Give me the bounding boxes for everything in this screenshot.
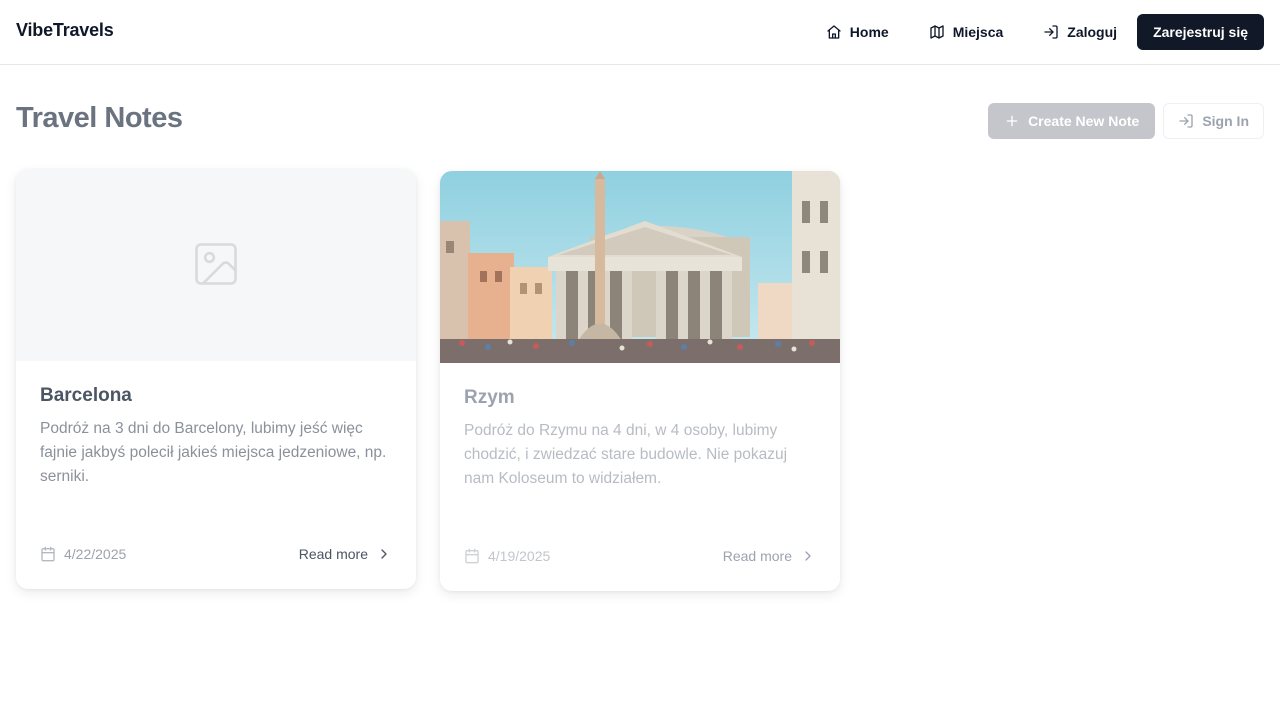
chevron-right-icon [381,549,387,559]
note-card[interactable]: Barcelona Podróż na 3 dni do Barcelony, … [16,169,416,589]
register-button[interactable]: Zarejestruj się [1137,14,1264,50]
create-note-button[interactable]: Create New Note [988,103,1156,139]
brand-logo[interactable]: VibeTravels [16,20,114,41]
sign-in-button[interactable]: Sign In [1163,103,1264,139]
note-footer: 4/19/2025 Read more [464,546,816,566]
login-icon [1044,25,1058,39]
note-body: Barcelona Podróż na 3 dni do Barcelony, … [40,385,392,489]
read-more-label: Read more [722,548,792,564]
home-icon [827,25,841,39]
create-note-label: Create New Note [1028,113,1140,129]
note-description: Podróż na 3 dni do Barcelony, lubimy jeś… [40,420,387,485]
note-image-placeholder [16,169,416,361]
nav-home-label: Home [849,24,889,40]
read-more-label: Read more [298,546,368,562]
calendar-icon [41,546,55,562]
read-more-link[interactable]: Read more [723,548,816,564]
calendar-icon [465,548,479,564]
note-footer: 4/22/2025 Read more [40,544,392,564]
nav-zaloguj-label: Zaloguj [1067,24,1118,40]
image-placeholder-icon [195,243,237,285]
login-icon [1179,114,1193,128]
note-body: Rzym Podróż do Rzymu na 4 dni, w 4 osoby… [464,387,816,491]
note-title: Barcelona [40,385,132,406]
note-date-text: 4/19/2025 [488,548,551,564]
note-date: 4/22/2025 [40,546,126,562]
chevron-right-icon [805,551,811,561]
read-more-link[interactable]: Read more [299,546,392,562]
nav-miejsca-label: Miejsca [952,24,1004,40]
note-title: Rzym [464,387,515,408]
note-description: Podróż do Rzymu na 4 dni, w 4 osoby, lub… [464,422,788,487]
note-date: 4/19/2025 [464,548,550,564]
main-nav: Home Miejsca Zaloguj Zarejestruj się [814,14,1264,50]
page-title: Travel Notes [16,102,183,134]
sign-in-label: Sign In [1202,113,1249,129]
nav-home[interactable]: Home [814,14,901,50]
page-actions: Create New Note Sign In [988,103,1264,139]
plus-icon [1006,115,1018,127]
nav-zaloguj[interactable]: Zaloguj [1031,14,1129,50]
pantheon-photo [440,171,840,363]
top-navbar: VibeTravels Home Miejsca Zaloguj Zarejes… [0,0,1280,65]
note-card[interactable]: Rzym Podróż do Rzymu na 4 dni, w 4 osoby… [440,171,840,591]
note-date-text: 4/22/2025 [64,546,127,562]
nav-miejsca[interactable]: Miejsca [917,14,1016,50]
map-icon [930,25,944,39]
